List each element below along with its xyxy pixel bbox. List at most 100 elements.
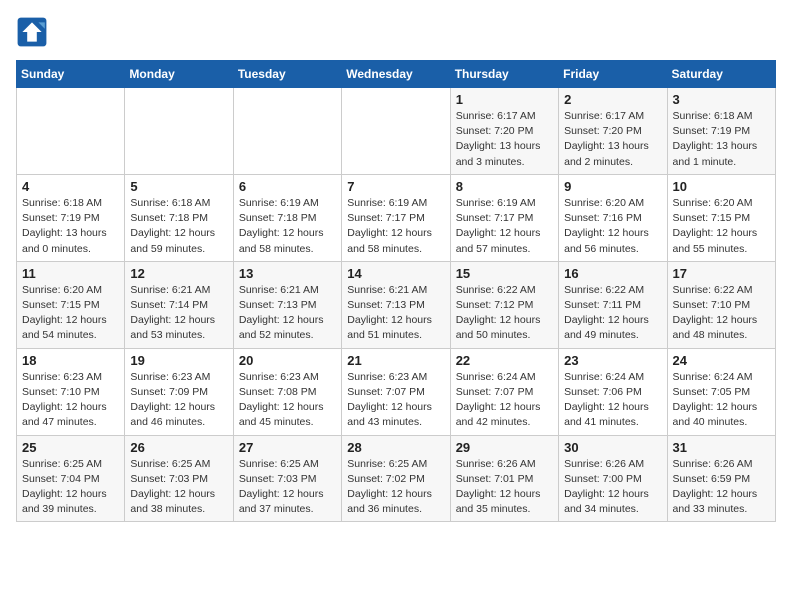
calendar-body: 1 Sunrise: 6:17 AM Sunset: 7:20 PM Daylig…: [17, 88, 776, 522]
calendar-cell: 8 Sunrise: 6:19 AM Sunset: 7:17 PM Daylig…: [450, 174, 558, 261]
calendar-week-3: 11 Sunrise: 6:20 AM Sunset: 7:15 PM Dayli…: [17, 261, 776, 348]
calendar-cell: 5Sunrise: 6:18 AM Sunset: 7:18 PM Daylig…: [125, 174, 233, 261]
cell-content: Sunrise: 6:18 AM Sunset: 7:19 PM Dayligh…: [22, 196, 119, 257]
day-number: 8: [456, 179, 553, 194]
cell-content: Sunrise: 6:25 AM Sunset: 7:03 PM Dayligh…: [130, 457, 227, 518]
calendar-cell: 7 Sunrise: 6:19 AM Sunset: 7:17 PM Daylig…: [342, 174, 450, 261]
day-number: 5: [130, 179, 227, 194]
calendar-cell: 1 Sunrise: 6:17 AM Sunset: 7:20 PM Daylig…: [450, 88, 558, 175]
day-number: 15: [456, 266, 553, 281]
calendar-cell: 17Sunrise: 6:22 AM Sunset: 7:10 PM Dayli…: [667, 261, 775, 348]
day-number: 7: [347, 179, 444, 194]
cell-content: Sunrise: 6:23 AM Sunset: 7:07 PM Dayligh…: [347, 370, 444, 431]
day-number: 31: [673, 440, 770, 455]
cell-content: Sunrise: 6:21 AM Sunset: 7:14 PM Dayligh…: [130, 283, 227, 344]
page-header: [16, 16, 776, 48]
day-number: 19: [130, 353, 227, 368]
cell-content: Sunrise: 6:22 AM Sunset: 7:10 PM Dayligh…: [673, 283, 770, 344]
calendar-cell: 12 Sunrise: 6:21 AM Sunset: 7:14 PM Dayli…: [125, 261, 233, 348]
calendar-cell: [17, 88, 125, 175]
cell-content: Sunrise: 6:25 AM Sunset: 7:02 PM Dayligh…: [347, 457, 444, 518]
calendar-cell: 10 Sunrise: 6:20 AM Sunset: 7:15 PM Dayli…: [667, 174, 775, 261]
day-number: 18: [22, 353, 119, 368]
calendar-week-5: 25 Sunrise: 6:25 AM Sunset: 7:04 PM Dayli…: [17, 435, 776, 522]
calendar-cell: 13 Sunrise: 6:21 AM Sunset: 7:13 PM Dayli…: [233, 261, 341, 348]
cell-content: Sunrise: 6:19 AM Sunset: 7:17 PM Dayligh…: [347, 196, 444, 257]
cell-content: Sunrise: 6:24 AM Sunset: 7:05 PM Dayligh…: [673, 370, 770, 431]
calendar-cell: 11 Sunrise: 6:20 AM Sunset: 7:15 PM Dayli…: [17, 261, 125, 348]
calendar-cell: 31 Sunrise: 6:26 AM Sunset: 6:59 PM Dayli…: [667, 435, 775, 522]
cell-content: Sunrise: 6:23 AM Sunset: 7:09 PM Dayligh…: [130, 370, 227, 431]
day-number: 20: [239, 353, 336, 368]
weekday-header-saturday: Saturday: [667, 61, 775, 88]
cell-content: Sunrise: 6:26 AM Sunset: 6:59 PM Dayligh…: [673, 457, 770, 518]
cell-content: Sunrise: 6:23 AM Sunset: 7:10 PM Dayligh…: [22, 370, 119, 431]
weekday-header-sunday: Sunday: [17, 61, 125, 88]
calendar-cell: 9 Sunrise: 6:20 AM Sunset: 7:16 PM Daylig…: [559, 174, 667, 261]
calendar-cell: [233, 88, 341, 175]
calendar-cell: 14Sunrise: 6:21 AM Sunset: 7:13 PM Dayli…: [342, 261, 450, 348]
cell-content: Sunrise: 6:24 AM Sunset: 7:07 PM Dayligh…: [456, 370, 553, 431]
day-number: 21: [347, 353, 444, 368]
calendar-cell: 6 Sunrise: 6:19 AM Sunset: 7:18 PM Daylig…: [233, 174, 341, 261]
calendar-week-4: 18 Sunrise: 6:23 AM Sunset: 7:10 PM Dayli…: [17, 348, 776, 435]
weekday-header-monday: Monday: [125, 61, 233, 88]
calendar-week-2: 4 Sunrise: 6:18 AM Sunset: 7:19 PM Daylig…: [17, 174, 776, 261]
cell-content: Sunrise: 6:17 AM Sunset: 7:20 PM Dayligh…: [564, 109, 661, 170]
calendar-cell: 22 Sunrise: 6:24 AM Sunset: 7:07 PM Dayli…: [450, 348, 558, 435]
calendar-cell: 25 Sunrise: 6:25 AM Sunset: 7:04 PM Dayli…: [17, 435, 125, 522]
weekday-header-tuesday: Tuesday: [233, 61, 341, 88]
day-number: 13: [239, 266, 336, 281]
cell-content: Sunrise: 6:25 AM Sunset: 7:03 PM Dayligh…: [239, 457, 336, 518]
day-number: 1: [456, 92, 553, 107]
cell-content: Sunrise: 6:18 AM Sunset: 7:19 PM Dayligh…: [673, 109, 770, 170]
day-number: 30: [564, 440, 661, 455]
calendar-cell: 20Sunrise: 6:23 AM Sunset: 7:08 PM Dayli…: [233, 348, 341, 435]
day-number: 3: [673, 92, 770, 107]
day-number: 9: [564, 179, 661, 194]
calendar-cell: 27Sunrise: 6:25 AM Sunset: 7:03 PM Dayli…: [233, 435, 341, 522]
weekday-row: SundayMondayTuesdayWednesdayThursdayFrid…: [17, 61, 776, 88]
day-number: 22: [456, 353, 553, 368]
calendar-cell: 18 Sunrise: 6:23 AM Sunset: 7:10 PM Dayli…: [17, 348, 125, 435]
cell-content: Sunrise: 6:22 AM Sunset: 7:11 PM Dayligh…: [564, 283, 661, 344]
day-number: 28: [347, 440, 444, 455]
cell-content: Sunrise: 6:25 AM Sunset: 7:04 PM Dayligh…: [22, 457, 119, 518]
cell-content: Sunrise: 6:20 AM Sunset: 7:16 PM Dayligh…: [564, 196, 661, 257]
cell-content: Sunrise: 6:20 AM Sunset: 7:15 PM Dayligh…: [22, 283, 119, 344]
calendar-cell: [125, 88, 233, 175]
calendar-table: SundayMondayTuesdayWednesdayThursdayFrid…: [16, 60, 776, 522]
calendar-cell: [342, 88, 450, 175]
calendar-cell: 16 Sunrise: 6:22 AM Sunset: 7:11 PM Dayli…: [559, 261, 667, 348]
day-number: 26: [130, 440, 227, 455]
cell-content: Sunrise: 6:20 AM Sunset: 7:15 PM Dayligh…: [673, 196, 770, 257]
calendar-cell: 30 Sunrise: 6:26 AM Sunset: 7:00 PM Dayli…: [559, 435, 667, 522]
cell-content: Sunrise: 6:17 AM Sunset: 7:20 PM Dayligh…: [456, 109, 553, 170]
cell-content: Sunrise: 6:26 AM Sunset: 7:01 PM Dayligh…: [456, 457, 553, 518]
cell-content: Sunrise: 6:22 AM Sunset: 7:12 PM Dayligh…: [456, 283, 553, 344]
day-number: 16: [564, 266, 661, 281]
day-number: 23: [564, 353, 661, 368]
cell-content: Sunrise: 6:26 AM Sunset: 7:00 PM Dayligh…: [564, 457, 661, 518]
day-number: 6: [239, 179, 336, 194]
calendar-cell: 15 Sunrise: 6:22 AM Sunset: 7:12 PM Dayli…: [450, 261, 558, 348]
weekday-header-wednesday: Wednesday: [342, 61, 450, 88]
logo: [16, 16, 52, 48]
cell-content: Sunrise: 6:21 AM Sunset: 7:13 PM Dayligh…: [239, 283, 336, 344]
cell-content: Sunrise: 6:24 AM Sunset: 7:06 PM Dayligh…: [564, 370, 661, 431]
day-number: 11: [22, 266, 119, 281]
day-number: 4: [22, 179, 119, 194]
calendar-cell: 4 Sunrise: 6:18 AM Sunset: 7:19 PM Daylig…: [17, 174, 125, 261]
cell-content: Sunrise: 6:19 AM Sunset: 7:18 PM Dayligh…: [239, 196, 336, 257]
weekday-header-friday: Friday: [559, 61, 667, 88]
calendar-header: SundayMondayTuesdayWednesdayThursdayFrid…: [17, 61, 776, 88]
cell-content: Sunrise: 6:19 AM Sunset: 7:17 PM Dayligh…: [456, 196, 553, 257]
calendar-cell: 26 Sunrise: 6:25 AM Sunset: 7:03 PM Dayli…: [125, 435, 233, 522]
day-number: 25: [22, 440, 119, 455]
day-number: 12: [130, 266, 227, 281]
day-number: 10: [673, 179, 770, 194]
calendar-week-1: 1 Sunrise: 6:17 AM Sunset: 7:20 PM Daylig…: [17, 88, 776, 175]
calendar-cell: 21 Sunrise: 6:23 AM Sunset: 7:07 PM Dayli…: [342, 348, 450, 435]
calendar-cell: 23 Sunrise: 6:24 AM Sunset: 7:06 PM Dayli…: [559, 348, 667, 435]
day-number: 24: [673, 353, 770, 368]
